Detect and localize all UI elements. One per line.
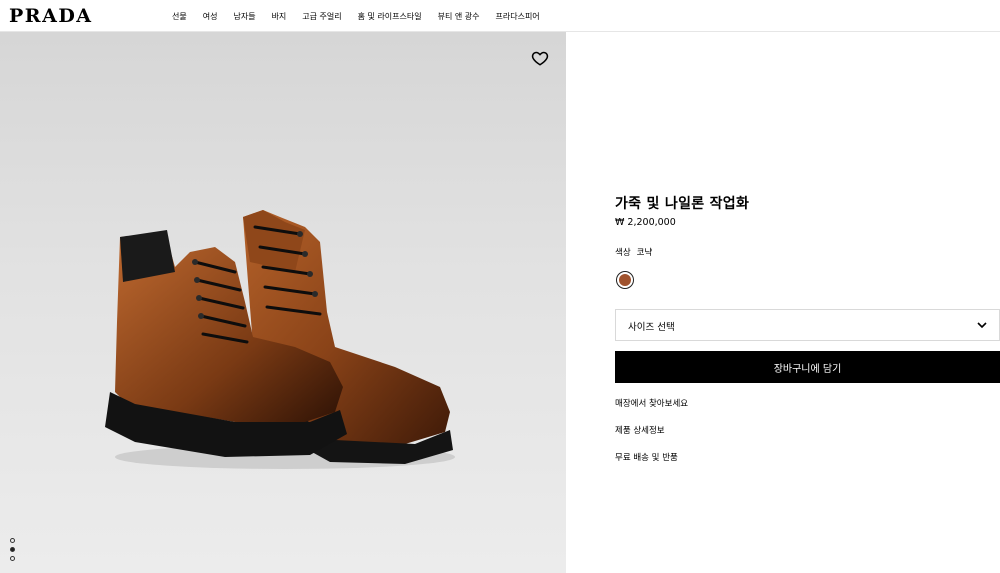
gallery-dot[interactable]	[10, 538, 15, 543]
main-nav: 선물 여성 남자들 바지 고급 주얼리 홈 및 라이프스타일 뷰티 앤 광수 프…	[172, 0, 556, 32]
add-to-cart-button[interactable]: 장바구니에 담기	[615, 351, 1000, 383]
nav-item-pants[interactable]: 바지	[272, 11, 287, 22]
shipping-returns-link[interactable]: 무료 배송 및 반품	[615, 451, 678, 463]
find-in-store-link[interactable]: 매장에서 찾아보세요	[615, 397, 688, 409]
nav-item-beauty[interactable]: 뷰티 앤 광수	[438, 11, 480, 22]
nav-item-fine-jewelry[interactable]: 고급 주얼리	[302, 11, 341, 22]
prada-logo[interactable]: PRADA	[9, 6, 93, 26]
color-swatch-fill	[619, 274, 631, 286]
nav-item-gifts[interactable]: 선물	[172, 11, 187, 22]
size-select-label: 사이즈 선택	[628, 322, 675, 333]
color-label: 색상	[615, 248, 631, 258]
gallery-dot[interactable]	[10, 556, 15, 561]
color-swatch[interactable]	[616, 271, 634, 289]
color-value: 코냑	[636, 248, 653, 258]
gallery-pagination	[10, 538, 15, 565]
product-gallery	[0, 32, 566, 573]
product-image	[105, 210, 455, 469]
nav-item-men[interactable]: 남자들	[233, 11, 255, 22]
chevron-down-icon	[977, 322, 987, 329]
size-select[interactable]: 사이즈 선택	[615, 309, 1000, 341]
product-price: ₩ 2,200,000	[615, 217, 676, 228]
heart-icon[interactable]	[531, 49, 549, 67]
gallery-dot-active[interactable]	[10, 547, 15, 552]
product-title: 가죽 및 나일론 작업화	[615, 196, 750, 212]
product-details-link[interactable]: 제품 상세정보	[615, 424, 665, 436]
nav-item-pradasphere[interactable]: 프라다스피어	[496, 11, 540, 22]
nav-item-home-lifestyle[interactable]: 홈 및 라이프스타일	[358, 11, 422, 22]
site-header: PRADA 선물 여성 남자들 바지 고급 주얼리 홈 및 라이프스타일 뷰티 …	[0, 0, 1000, 32]
color-info: 색상 코냑	[615, 246, 652, 258]
nav-item-women[interactable]: 여성	[203, 11, 218, 22]
